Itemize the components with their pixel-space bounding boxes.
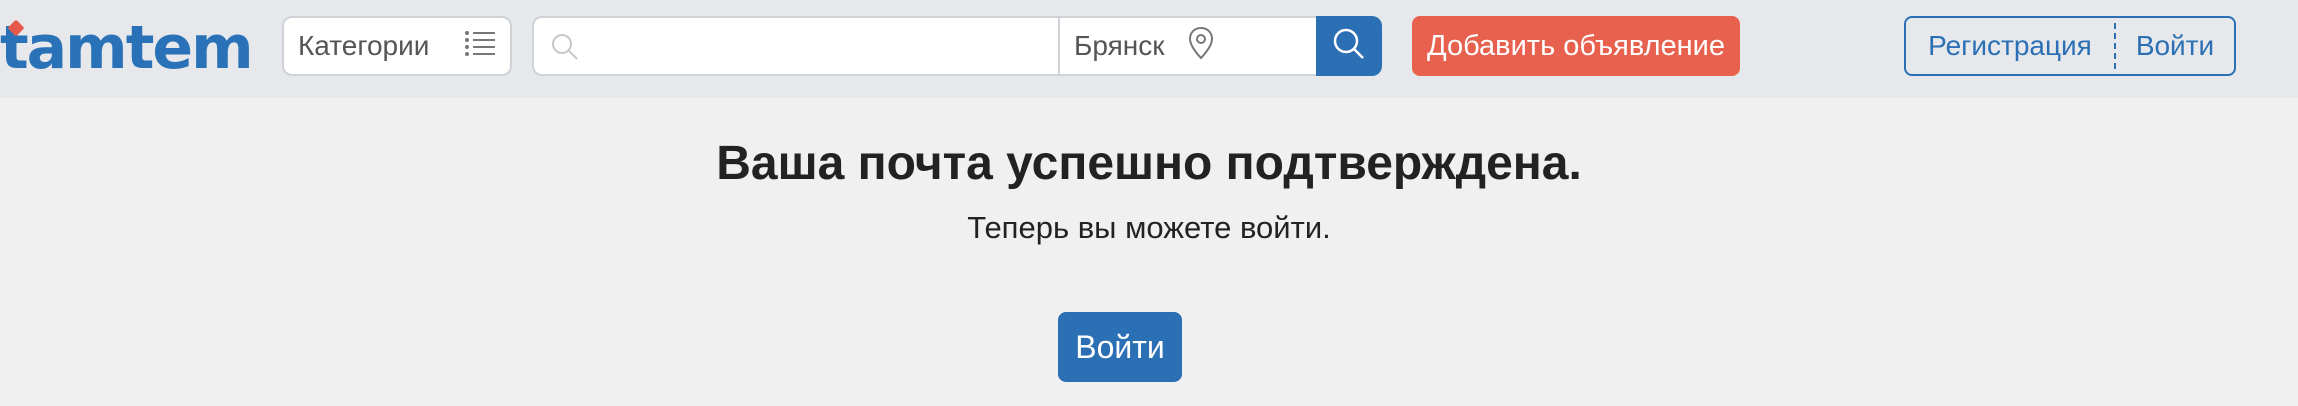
search-icon <box>1332 27 1366 66</box>
search-field[interactable] <box>532 16 1058 76</box>
page-subtitle: Теперь вы можете войти. <box>967 210 1331 245</box>
register-link[interactable]: Регистрация <box>1906 30 2114 62</box>
categories-label: Категории <box>298 30 430 61</box>
search-bar: Брянск <box>532 16 1382 76</box>
search-icon <box>550 32 580 67</box>
add-ad-button[interactable]: Добавить объявление <box>1412 16 1740 76</box>
city-selector[interactable]: Брянск <box>1058 16 1322 76</box>
location-pin-icon <box>1187 26 1215 67</box>
list-icon <box>464 29 496 64</box>
site-logo[interactable]: tamtem <box>0 13 254 83</box>
categories-button[interactable]: Категории <box>282 16 512 76</box>
page-title: Ваша почта успешно подтверждена. <box>716 137 1582 190</box>
logo-text: tamtem <box>0 13 254 83</box>
auth-box: Регистрация Войти <box>1904 16 2236 76</box>
top-header: tamtem Категории Брянск Добавить объявле… <box>0 0 2298 98</box>
login-button[interactable]: Войти <box>1058 312 1182 382</box>
city-label: Брянск <box>1074 30 1165 61</box>
search-input[interactable] <box>590 26 1040 68</box>
search-submit-button[interactable] <box>1316 16 1382 76</box>
header-login-link[interactable]: Войти <box>2116 30 2234 62</box>
